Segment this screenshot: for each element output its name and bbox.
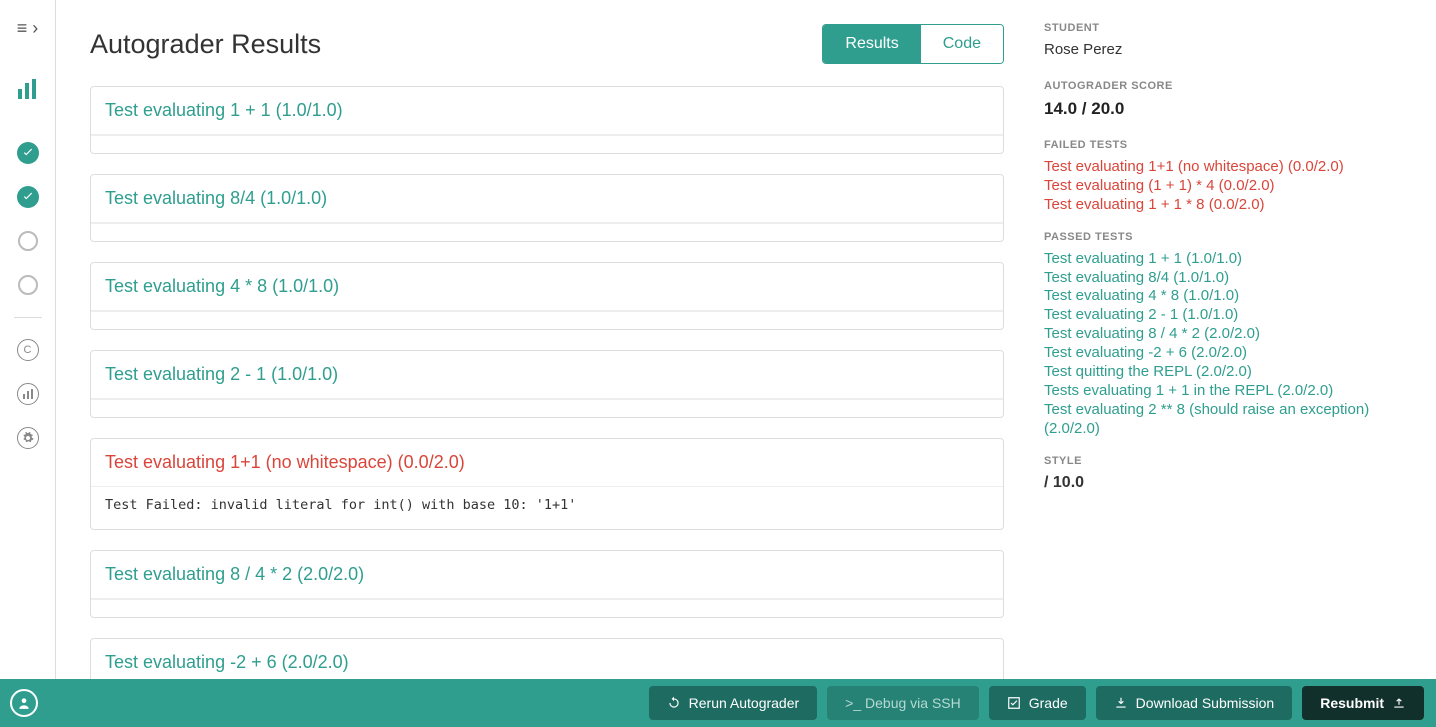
step-empty-icon[interactable] — [14, 271, 42, 299]
grade-label: Grade — [1029, 695, 1068, 711]
results-code-tabs: Results Code — [822, 24, 1004, 64]
left-nav-rail: ≡ › C — [0, 0, 56, 727]
resubmit-button[interactable]: Resubmit — [1302, 686, 1424, 720]
passed-test-item[interactable]: Test evaluating 8/4 (1.0/1.0) — [1044, 269, 1416, 288]
settings-icon[interactable] — [14, 424, 42, 452]
grade-button[interactable]: Grade — [989, 686, 1086, 720]
nav-divider — [14, 317, 42, 318]
rerun-label: Rerun Autograder — [689, 695, 800, 711]
test-title: Test evaluating 4 * 8 (1.0/1.0) — [91, 263, 1003, 311]
debug-label: >_ Debug via SSH — [845, 695, 961, 711]
test-card[interactable]: Test evaluating 1+1 (no whitespace) (0.0… — [90, 438, 1004, 530]
action-bar: Rerun Autograder >_ Debug via SSH Grade … — [0, 679, 1436, 727]
stats-icon[interactable] — [14, 75, 42, 103]
score-label: AUTOGRADER SCORE — [1044, 80, 1416, 92]
user-avatar-icon[interactable] — [10, 689, 38, 717]
analytics-icon[interactable] — [14, 380, 42, 408]
failed-test-item[interactable]: Test evaluating 1+1 (no whitespace) (0.0… — [1044, 158, 1416, 177]
test-results-list: Test evaluating 1 + 1 (1.0/1.0) Test eval… — [90, 86, 1004, 679]
test-title: Test evaluating 1+1 (no whitespace) (0.0… — [91, 439, 1003, 487]
download-submission-button[interactable]: Download Submission — [1096, 686, 1293, 720]
test-title: Test evaluating 8/4 (1.0/1.0) — [91, 175, 1003, 223]
test-title: Test evaluating 8 / 4 * 2 (2.0/2.0) — [91, 551, 1003, 599]
passed-tests-label: PASSED TESTS — [1044, 231, 1416, 243]
test-title: Test evaluating 1 + 1 (1.0/1.0) — [91, 87, 1003, 135]
test-title: Test evaluating 2 - 1 (1.0/1.0) — [91, 351, 1003, 399]
student-label: STUDENT — [1044, 22, 1416, 34]
test-card[interactable]: Test evaluating 2 - 1 (1.0/1.0) — [90, 350, 1004, 418]
student-name: Rose Perez — [1044, 41, 1416, 58]
tab-results[interactable]: Results — [823, 25, 920, 63]
test-card[interactable]: Test evaluating 4 * 8 (1.0/1.0) — [90, 262, 1004, 330]
rerun-autograder-button[interactable]: Rerun Autograder — [649, 686, 818, 720]
step-done-icon[interactable] — [14, 183, 42, 211]
score-value: 14.0 / 20.0 — [1044, 99, 1416, 119]
passed-test-item[interactable]: Test evaluating 2 - 1 (1.0/1.0) — [1044, 306, 1416, 325]
test-error-output: Test Failed: invalid literal for int() w… — [91, 487, 1003, 529]
test-card[interactable]: Test evaluating 8 / 4 * 2 (2.0/2.0) — [90, 550, 1004, 618]
copyright-icon[interactable]: C — [14, 336, 42, 364]
passed-test-item[interactable]: Test quitting the REPL (2.0/2.0) — [1044, 363, 1416, 382]
style-label: STYLE — [1044, 455, 1416, 467]
test-title: Test evaluating -2 + 6 (2.0/2.0) — [91, 639, 1003, 679]
passed-test-item[interactable]: Test evaluating 8 / 4 * 2 (2.0/2.0) — [1044, 325, 1416, 344]
test-card[interactable]: Test evaluating -2 + 6 (2.0/2.0) — [90, 638, 1004, 679]
passed-test-item[interactable]: Test evaluating 2 ** 8 (should raise an … — [1044, 401, 1416, 439]
failed-test-item[interactable]: Test evaluating 1 + 1 * 8 (0.0/2.0) — [1044, 196, 1416, 215]
step-done-icon[interactable] — [14, 139, 42, 167]
resubmit-label: Resubmit — [1320, 695, 1384, 711]
failed-test-item[interactable]: Test evaluating (1 + 1) * 4 (0.0/2.0) — [1044, 177, 1416, 196]
tab-code[interactable]: Code — [921, 25, 1003, 63]
test-card[interactable]: Test evaluating 8/4 (1.0/1.0) — [90, 174, 1004, 242]
passed-test-item[interactable]: Test evaluating 1 + 1 (1.0/1.0) — [1044, 250, 1416, 269]
passed-test-item[interactable]: Test evaluating -2 + 6 (2.0/2.0) — [1044, 344, 1416, 363]
failed-tests-label: FAILED TESTS — [1044, 139, 1416, 151]
debug-ssh-button[interactable]: >_ Debug via SSH — [827, 686, 979, 720]
passed-tests-list: Test evaluating 1 + 1 (1.0/1.0)Test eval… — [1044, 250, 1416, 439]
download-label: Download Submission — [1136, 695, 1275, 711]
step-empty-icon[interactable] — [14, 227, 42, 255]
nav-toggle-icon[interactable]: ≡ › — [17, 18, 39, 39]
style-value: / 10.0 — [1044, 474, 1416, 492]
summary-panel: STUDENT Rose Perez AUTOGRADER SCORE 14.0… — [1038, 0, 1436, 679]
passed-test-item[interactable]: Tests evaluating 1 + 1 in the REPL (2.0/… — [1044, 382, 1416, 401]
failed-tests-list: Test evaluating 1+1 (no whitespace) (0.0… — [1044, 158, 1416, 215]
passed-test-item[interactable]: Test evaluating 4 * 8 (1.0/1.0) — [1044, 287, 1416, 306]
test-card[interactable]: Test evaluating 1 + 1 (1.0/1.0) — [90, 86, 1004, 154]
page-title: Autograder Results — [90, 29, 321, 60]
